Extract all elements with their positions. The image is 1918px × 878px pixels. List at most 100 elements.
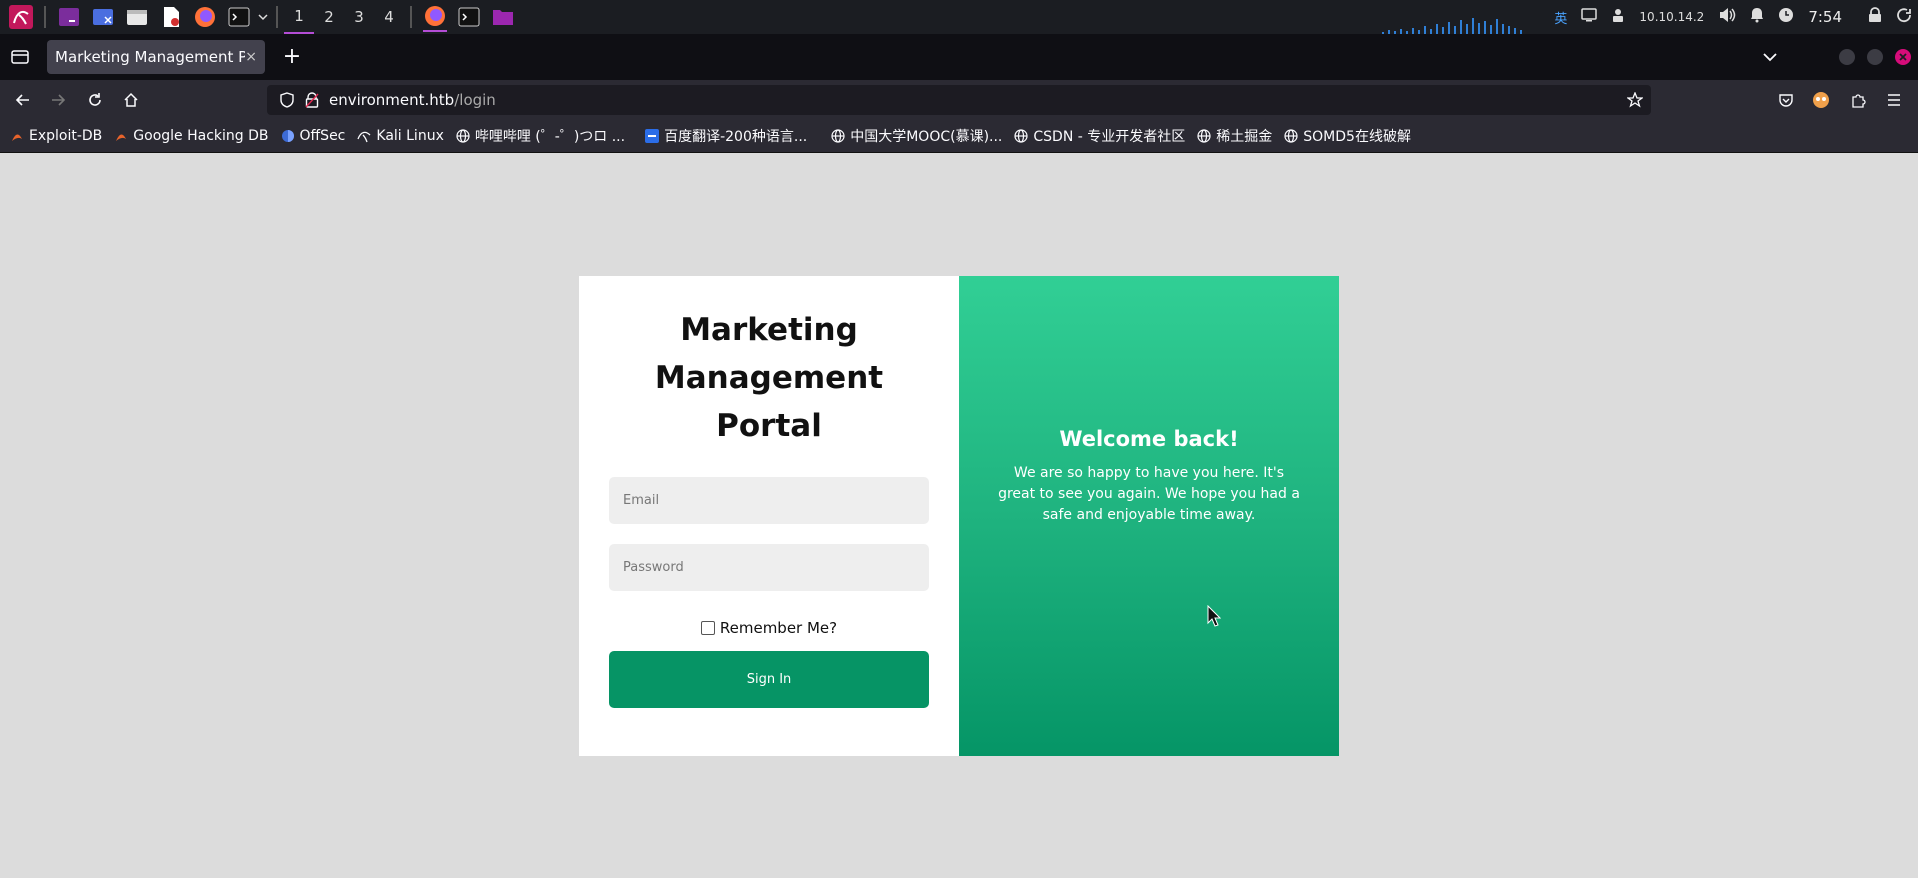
browser-tab-bar: Marketing Management Portal × + bbox=[0, 34, 1918, 80]
globe-icon bbox=[1284, 129, 1298, 143]
power-icon[interactable] bbox=[1896, 7, 1912, 27]
firefox-icon[interactable] bbox=[193, 5, 217, 29]
globe-icon bbox=[1197, 129, 1211, 143]
exploitdb-icon bbox=[10, 129, 24, 143]
extensions-puzzle-icon[interactable] bbox=[1848, 90, 1868, 110]
mouse-cursor-icon bbox=[1207, 605, 1221, 627]
ip-address: 10.10.14.2 bbox=[1639, 10, 1705, 24]
extension-tampermonkey-icon[interactable] bbox=[1811, 90, 1831, 110]
bookmark-label: 哔哩哔哩 (゜-゜)つロ ... bbox=[474, 129, 626, 145]
panel-separator bbox=[44, 6, 46, 28]
password-input[interactable] bbox=[609, 544, 929, 591]
terminal-icon[interactable] bbox=[227, 5, 251, 29]
list-all-tabs-icon[interactable] bbox=[10, 48, 30, 66]
login-card: Marketing Management Portal Remember Me?… bbox=[579, 276, 1339, 756]
bookmark-star-icon[interactable] bbox=[1625, 90, 1645, 110]
bookmark-offsec[interactable]: OffSec bbox=[281, 128, 346, 144]
welcome-panel: Welcome back! We are so happy to have yo… bbox=[959, 276, 1339, 756]
bookmark-mooc[interactable]: 中国大学MOOC(慕课)... bbox=[831, 126, 1002, 146]
tab-marketing-portal[interactable]: Marketing Management Portal × bbox=[47, 40, 265, 74]
kali-menu-icon[interactable] bbox=[9, 5, 33, 29]
audio-visualizer bbox=[1382, 18, 1522, 34]
bookmark-google-hacking-db[interactable]: Google Hacking DB bbox=[114, 128, 269, 144]
login-form-panel: Marketing Management Portal Remember Me?… bbox=[579, 276, 959, 756]
bookmark-label: 稀土掘金 bbox=[1216, 129, 1273, 145]
bookmark-label: Google Hacking DB bbox=[133, 128, 269, 144]
back-icon[interactable] bbox=[13, 90, 33, 110]
url-host: environment.htb bbox=[329, 91, 455, 109]
page-content: Marketing Management Portal Remember Me?… bbox=[0, 154, 1918, 878]
volume-icon[interactable] bbox=[1718, 7, 1736, 27]
tab-close-icon[interactable]: × bbox=[245, 49, 257, 65]
insecure-lock-icon[interactable] bbox=[302, 90, 322, 110]
chevron-down-icon[interactable] bbox=[1760, 48, 1780, 66]
bookmarks-toolbar: Exploit-DB Google Hacking DB OffSec Kali… bbox=[0, 120, 1918, 153]
bookmark-label: SOMD5在线破解 bbox=[1303, 129, 1411, 145]
url-bar[interactable]: environment.htb/login bbox=[267, 85, 1651, 115]
pocket-icon[interactable] bbox=[1776, 90, 1796, 110]
firefox-window-icon[interactable] bbox=[423, 2, 447, 32]
close-window-button[interactable] bbox=[1895, 49, 1911, 65]
ime-indicator[interactable]: 英 bbox=[1554, 8, 1567, 27]
bookmark-label: Kali Linux bbox=[376, 128, 444, 144]
status-icon[interactable] bbox=[1778, 7, 1794, 27]
hamburger-menu-icon[interactable] bbox=[1884, 90, 1904, 110]
workspace-1[interactable]: 1 bbox=[284, 0, 314, 34]
panel-separator bbox=[276, 6, 278, 28]
welcome-message: We are so happy to have you here. It's g… bbox=[998, 464, 1300, 523]
folder-window-icon[interactable] bbox=[491, 5, 515, 29]
globe-icon bbox=[1014, 129, 1028, 143]
welcome-heading: Welcome back! bbox=[1059, 426, 1239, 451]
browser-nav-bar: environment.htb/login bbox=[0, 80, 1918, 120]
workspace-3[interactable]: 3 bbox=[344, 0, 374, 34]
clock[interactable]: 7:54 bbox=[1808, 8, 1842, 26]
minimize-button[interactable] bbox=[1839, 49, 1855, 65]
home-icon[interactable] bbox=[121, 90, 141, 110]
email-input[interactable] bbox=[609, 477, 929, 524]
bookmark-label: Exploit-DB bbox=[29, 128, 103, 144]
os-top-panel: 1 2 3 4 英 10.10.14.2 7:54 bbox=[0, 0, 1918, 34]
bookmark-label: 百度翻译-200种语言... bbox=[664, 129, 808, 145]
vpn-icon[interactable] bbox=[1611, 7, 1625, 27]
display-icon[interactable] bbox=[1581, 8, 1598, 26]
ghdb-icon bbox=[114, 129, 128, 143]
reload-icon[interactable] bbox=[85, 90, 105, 110]
bookmark-label: CSDN - 专业开发者社区 bbox=[1033, 129, 1186, 145]
url-text[interactable]: environment.htb/login bbox=[329, 91, 496, 109]
remember-me-label: Remember Me? bbox=[719, 619, 838, 637]
panel-separator bbox=[410, 6, 412, 28]
remember-me-row[interactable]: Remember Me? bbox=[579, 619, 959, 637]
workspace-switcher-icon[interactable] bbox=[91, 5, 115, 29]
maximize-button[interactable] bbox=[1867, 49, 1883, 65]
forward-icon[interactable] bbox=[48, 90, 68, 110]
bookmark-csdn[interactable]: CSDN - 专业开发者社区 bbox=[1014, 126, 1185, 146]
bookmark-juejin[interactable]: 稀土掘金 bbox=[1197, 126, 1272, 146]
baidu-translate-icon bbox=[645, 129, 660, 143]
terminal-emulator-icon[interactable] bbox=[57, 5, 81, 29]
bookmark-label: 中国大学MOOC(慕课)... bbox=[850, 129, 1003, 145]
bookmark-label: OffSec bbox=[299, 128, 346, 144]
workspace-4[interactable]: 4 bbox=[374, 0, 404, 34]
lock-icon[interactable] bbox=[1868, 7, 1882, 27]
notification-bell-icon[interactable] bbox=[1750, 7, 1764, 27]
file-manager-icon[interactable] bbox=[125, 5, 149, 29]
new-tab-button[interactable]: + bbox=[280, 44, 304, 69]
url-path: /login bbox=[454, 91, 496, 109]
workspace-2[interactable]: 2 bbox=[314, 0, 344, 34]
sign-in-button[interactable]: Sign In bbox=[609, 651, 929, 708]
offsec-icon bbox=[281, 129, 295, 143]
bookmark-baidu-translate[interactable]: 百度翻译-200种语言... bbox=[645, 126, 807, 146]
text-editor-icon[interactable] bbox=[159, 5, 183, 29]
remember-me-checkbox[interactable] bbox=[700, 621, 715, 635]
globe-icon bbox=[831, 129, 845, 143]
chevron-down-icon[interactable] bbox=[256, 5, 270, 29]
bookmark-exploit-db[interactable]: Exploit-DB bbox=[10, 128, 102, 144]
globe-icon bbox=[456, 129, 470, 143]
terminal-window-icon[interactable] bbox=[457, 5, 481, 29]
tracking-protection-shield-icon[interactable] bbox=[277, 90, 297, 110]
tab-title: Marketing Management Portal bbox=[55, 48, 245, 66]
bookmark-kali-linux[interactable]: Kali Linux bbox=[357, 128, 444, 144]
bookmark-bilibili[interactable]: 哔哩哔哩 (゜-゜)つロ ... bbox=[456, 126, 625, 146]
page-title: Marketing Management Portal bbox=[654, 312, 884, 444]
bookmark-somd5[interactable]: SOMD5在线破解 bbox=[1284, 126, 1411, 146]
